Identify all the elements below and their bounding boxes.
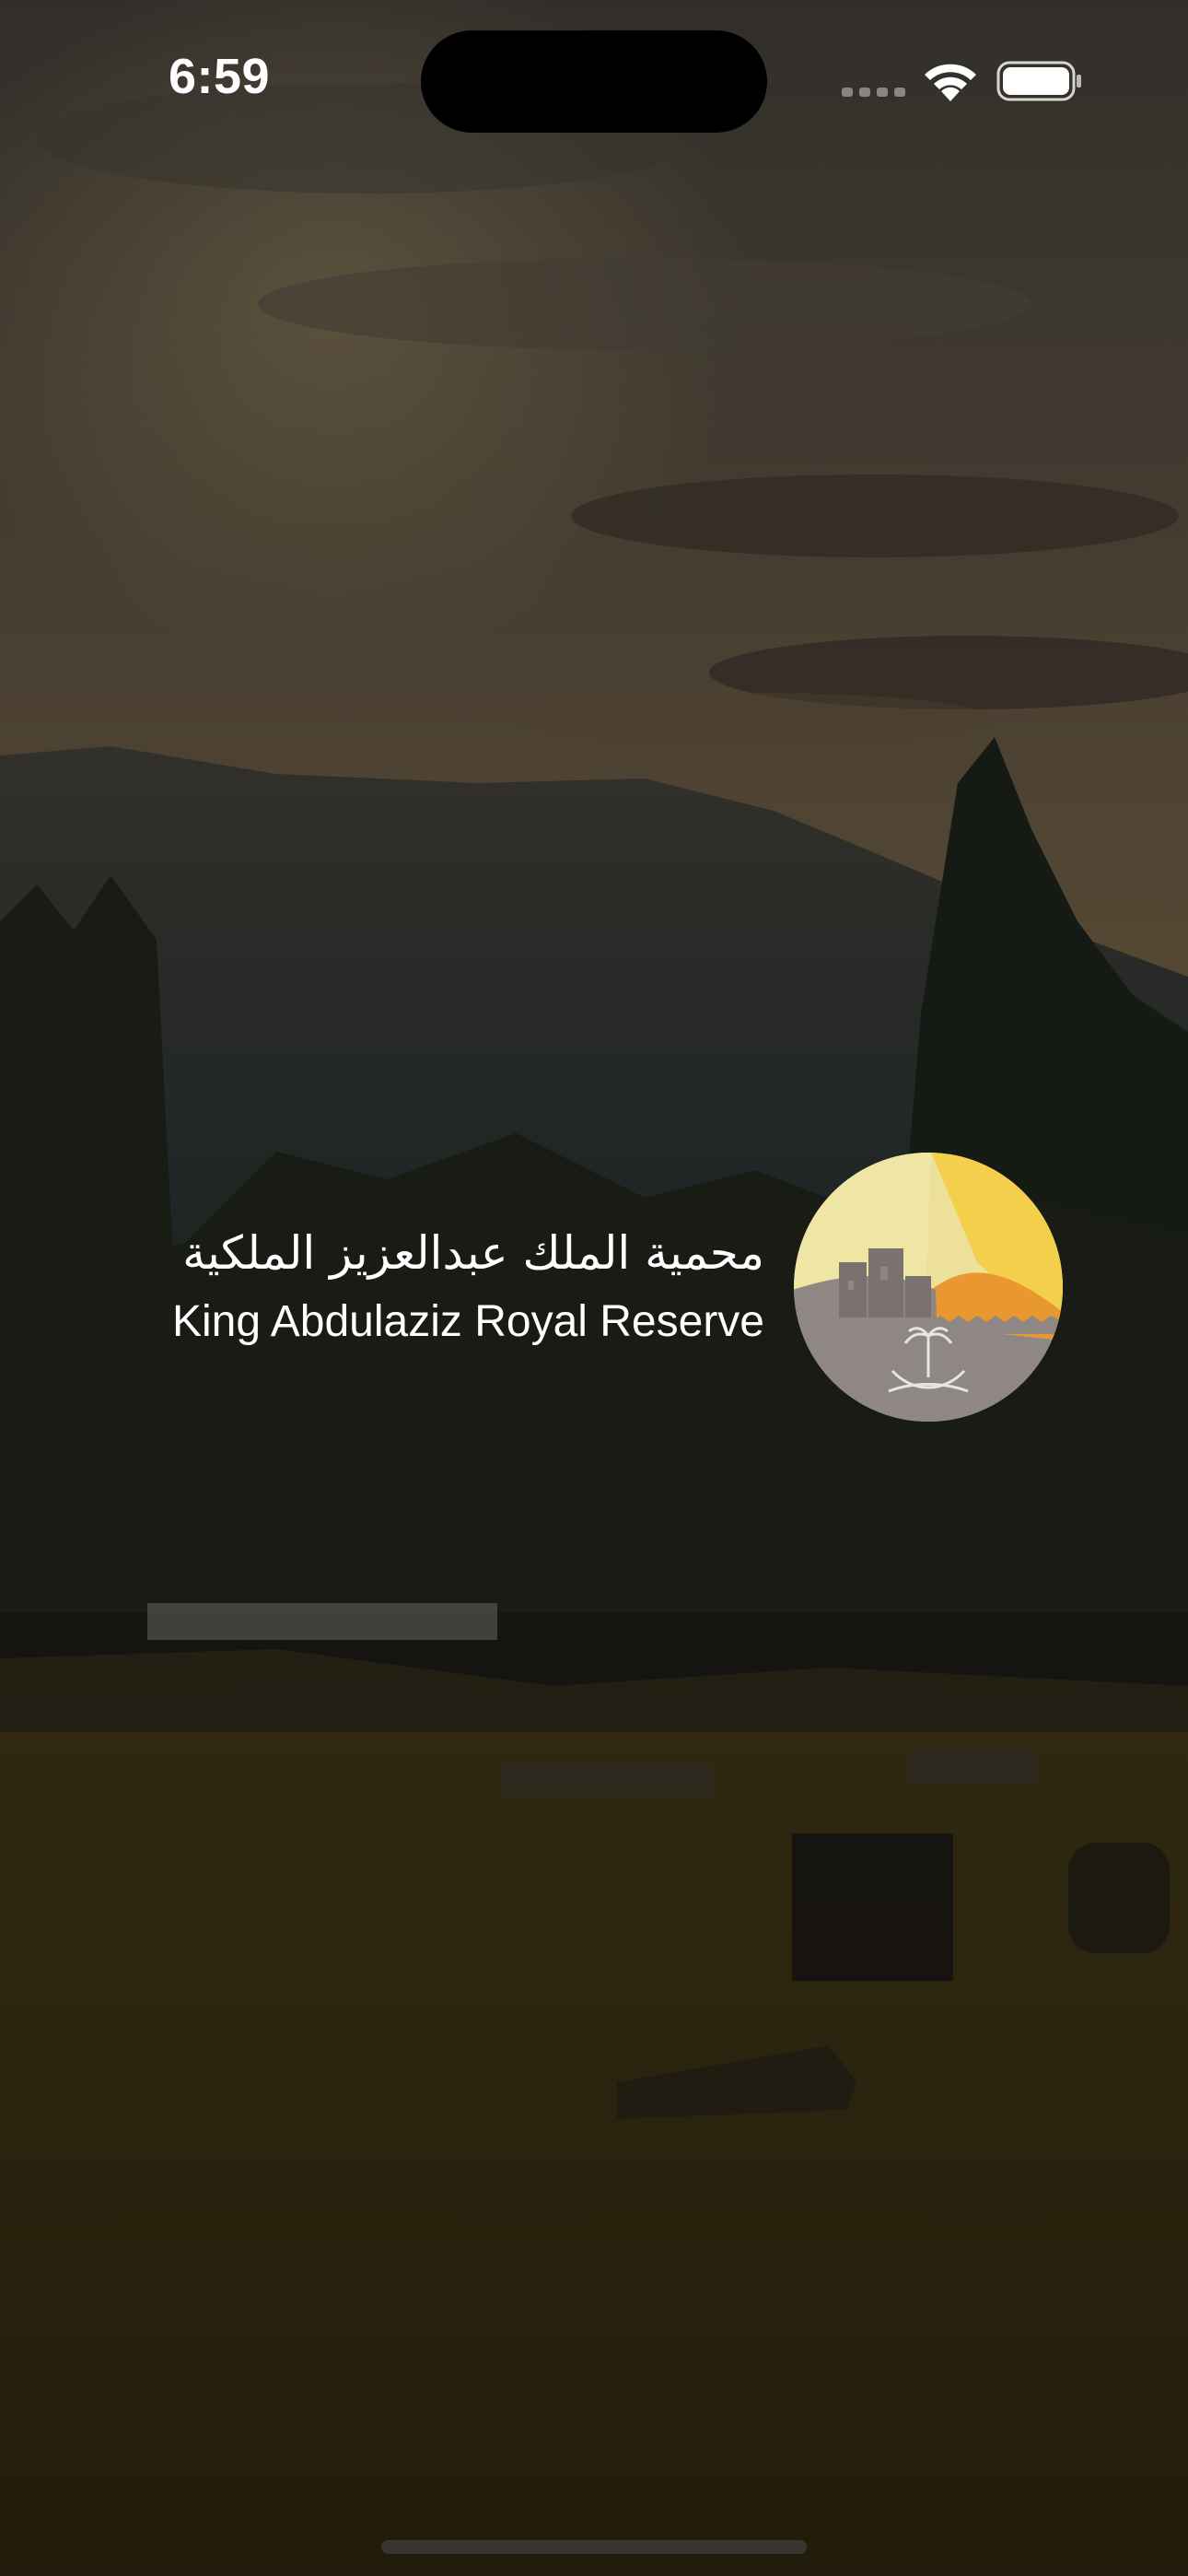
reserve-logo xyxy=(794,1153,1063,1422)
dynamic-island xyxy=(421,30,767,133)
status-bar-time: 6:59 xyxy=(169,49,271,104)
reserve-name-arabic: محمية الملك عبدالعزيز الملكية xyxy=(182,1226,764,1280)
splash-screen: 6:59 محمية الملك عبدالعزيز الملكية King … xyxy=(0,0,1188,2576)
cellular-signal-icon xyxy=(842,88,905,97)
home-indicator[interactable] xyxy=(381,2540,807,2554)
battery-icon xyxy=(996,61,1081,101)
reserve-name-english: King Abdulaziz Royal Reserve xyxy=(171,1297,764,1346)
brand-block: محمية الملك عبدالعزيز الملكية King Abdul… xyxy=(0,1152,1188,1428)
wifi-icon xyxy=(925,64,976,101)
brand-text: محمية الملك عبدالعزيز الملكية King Abdul… xyxy=(172,1222,764,1360)
